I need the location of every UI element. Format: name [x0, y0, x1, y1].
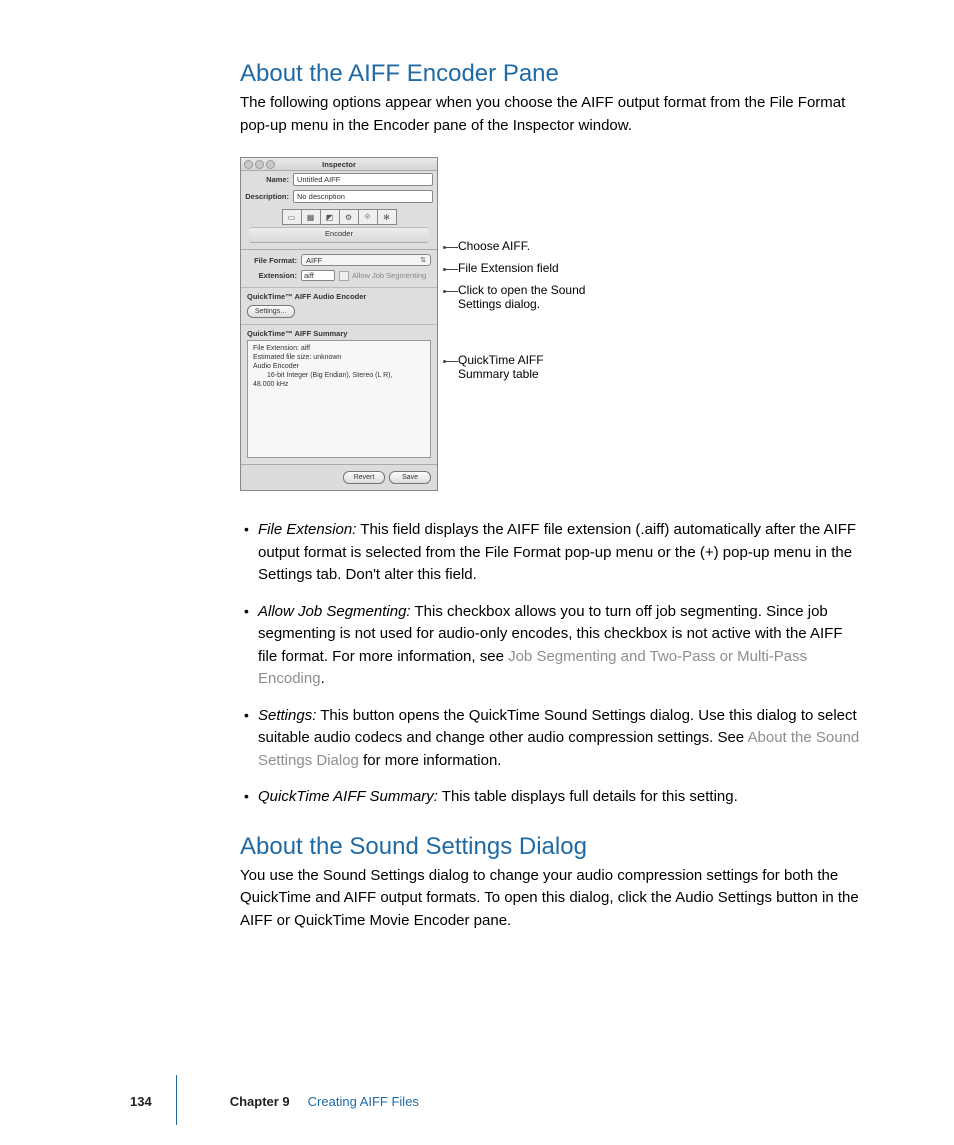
heading-aiff-encoder: About the AIFF Encoder Pane: [240, 60, 860, 88]
toolbar-btn-3[interactable]: ◩: [321, 209, 340, 225]
popup-arrows-icon: ⇅: [420, 256, 426, 264]
extension-field[interactable]: aiff: [301, 270, 335, 281]
inspector-title: Inspector: [322, 160, 356, 169]
toolbar-btn-4[interactable]: ⚙: [340, 209, 359, 225]
extension-label: Extension:: [247, 271, 297, 280]
audio-encoder-heading: QuickTime™ AIFF Audio Encoder: [241, 287, 437, 303]
callout-choose-aiff: Choose AIFF.: [458, 239, 530, 253]
name-label: Name:: [245, 175, 289, 184]
bullet-file-extension: File Extension: This field displays the …: [240, 519, 860, 587]
bullet-settings: Settings: This button opens the QuickTim…: [240, 705, 860, 773]
summary-line: 16-bit Integer (Big Endian), Stereo (L R…: [253, 371, 425, 380]
figure-inspector: Inspector Name: Untitled AIFF Descriptio…: [240, 157, 860, 491]
bullet-term: Allow Job Segmenting:: [258, 603, 411, 620]
save-button[interactable]: Save: [389, 471, 431, 484]
chapter-title: Creating AIFF Files: [308, 1094, 419, 1109]
bullet-quicktime-summary: QuickTime AIFF Summary: This table displ…: [240, 786, 860, 809]
page-number: 134: [130, 1094, 152, 1109]
bullet-allow-job-seg: Allow Job Segmenting: This checkbox allo…: [240, 601, 860, 691]
revert-button[interactable]: Revert: [343, 471, 385, 484]
callout-settings-button: Click to open the Sound Settings dialog.: [458, 283, 585, 311]
inspector-titlebar: Inspector: [241, 158, 437, 171]
description-field[interactable]: No description: [293, 190, 433, 203]
window-controls: [244, 160, 275, 169]
file-format-value: AIFF: [306, 256, 322, 265]
file-format-popup[interactable]: AIFF ⇅: [301, 254, 431, 266]
heading-sound-settings: About the Sound Settings Dialog: [240, 833, 860, 861]
summary-line: Audio Encoder: [253, 362, 425, 371]
inspector-window: Inspector Name: Untitled AIFF Descriptio…: [240, 157, 438, 491]
inspector-toolbar: ▭ ▦ ◩ ⚙ ⟐ ✻: [249, 209, 429, 225]
settings-button[interactable]: Settings…: [247, 305, 295, 318]
callout-file-extension: File Extension field: [458, 261, 559, 275]
chapter-label: Chapter 9: [230, 1094, 290, 1109]
summary-line: File Extension: aiff: [253, 344, 425, 353]
name-field[interactable]: Untitled AIFF: [293, 173, 433, 186]
summary-table: File Extension: aiff Estimated file size…: [247, 340, 431, 458]
intro-paragraph-1: The following options appear when you ch…: [240, 92, 860, 137]
encoder-section-label: Encoder: [249, 227, 429, 243]
bullet-term: Settings:: [258, 707, 316, 724]
summary-line: Estimated file size: unknown: [253, 353, 425, 362]
description-label: Description:: [245, 192, 289, 201]
summary-heading: QuickTime™ AIFF Summary: [241, 324, 437, 340]
toolbar-btn-5[interactable]: ⟐: [359, 209, 378, 225]
file-format-label: File Format:: [247, 256, 297, 265]
toolbar-btn-6[interactable]: ✻: [378, 209, 397, 225]
bullet-text: for more information.: [359, 752, 502, 769]
toolbar-btn-2[interactable]: ▦: [302, 209, 321, 225]
bullet-list: File Extension: This field displays the …: [240, 519, 860, 809]
page-footer: 134 Chapter 9 Creating AIFF Files: [130, 1094, 419, 1109]
allow-job-seg-label: Allow Job Segmenting: [352, 271, 426, 280]
allow-job-seg-checkbox: Allow Job Segmenting: [339, 271, 426, 281]
bullet-text: This table displays full details for thi…: [438, 788, 738, 805]
callout-summary-table: QuickTime AIFF Summary table: [458, 353, 544, 381]
bullet-term: File Extension:: [258, 521, 356, 538]
bullet-term: QuickTime AIFF Summary:: [258, 788, 438, 805]
intro-paragraph-2: You use the Sound Settings dialog to cha…: [240, 865, 860, 933]
checkbox-icon: [339, 271, 349, 281]
toolbar-btn-1[interactable]: ▭: [282, 209, 302, 225]
summary-line: 48.000 kHz: [253, 380, 425, 389]
bullet-text: .: [321, 670, 325, 687]
